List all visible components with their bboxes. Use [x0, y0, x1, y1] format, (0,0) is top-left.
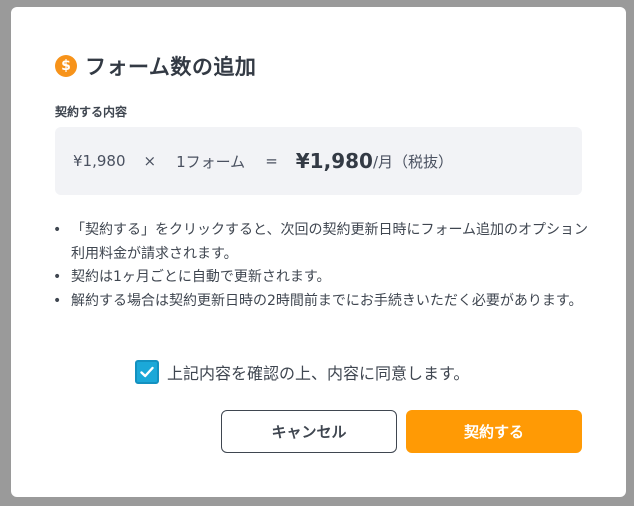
- total-price: ¥1,980: [295, 149, 373, 173]
- form-quantity: 1フォーム: [176, 152, 246, 171]
- add-forms-dialog: $ フォーム数の追加 契約する内容 ¥1,980 × 1フォーム = ¥1,98…: [11, 7, 626, 497]
- dialog-title: フォーム数の追加: [85, 55, 257, 79]
- note-item: 契約は1ヶ月ごとに自動で更新されます。: [53, 266, 593, 290]
- section-label: 契約する内容: [55, 105, 128, 119]
- per-month-note: /月（税抜）: [372, 152, 454, 171]
- agree-row[interactable]: 上記内容を確認の上、内容に同意します。: [135, 360, 469, 384]
- cancel-button[interactable]: キャンセル: [221, 410, 397, 453]
- equals-sign: =: [265, 152, 278, 170]
- agree-label: 上記内容を確認の上、内容に同意します。: [167, 364, 470, 383]
- notes-list: 「契約する」をクリックすると、次回の契約更新日時にフォーム追加のオプション利用料…: [53, 219, 593, 313]
- dollar-coin-icon: $: [55, 55, 77, 77]
- note-item: 解約する場合は契約更新日時の2時間前までにお手続きいただく必要があります。: [53, 290, 593, 314]
- note-item: 「契約する」をクリックすると、次回の契約更新日時にフォーム追加のオプション利用料…: [53, 219, 593, 266]
- unit-price: ¥1,980: [73, 152, 126, 170]
- dialog-header: $ フォーム数の追加: [55, 51, 256, 81]
- contract-button[interactable]: 契約する: [406, 410, 582, 453]
- checkmark-icon: [140, 366, 154, 378]
- times-sign: ×: [143, 152, 157, 170]
- price-calculation-box: ¥1,980 × 1フォーム = ¥1,980 /月（税抜）: [55, 127, 582, 195]
- agree-checkbox[interactable]: [135, 360, 159, 384]
